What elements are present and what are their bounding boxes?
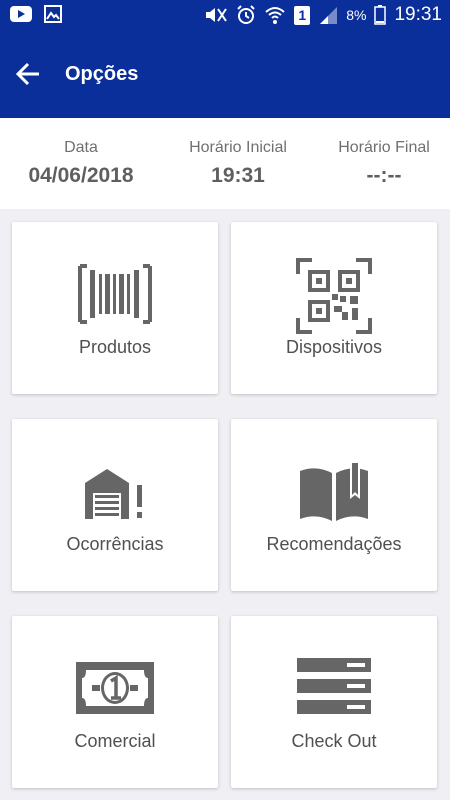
alarm-icon [237,5,255,24]
tile-label: Comercial [74,731,156,751]
tile-label: Check Out [291,731,377,751]
warehouse-alert-icon [85,469,142,519]
open-book-icon [300,463,368,521]
status-bar: 1 8% 19:31 [0,0,450,30]
barcode-icon [78,264,152,324]
tile-dispositivos[interactable]: Dispositivos [231,222,437,394]
date-label: Data [64,139,98,156]
arrow-back-icon [15,62,39,86]
date-value: 04/06/2018 [28,164,134,187]
tile-produtos[interactable]: Produtos [12,222,218,394]
tile-label: Recomendações [266,534,402,554]
tile-check-out[interactable]: Check Out [231,616,437,788]
list-icon [297,658,371,714]
gallery-icon [44,5,62,23]
clock: 19:31 [394,4,442,25]
app-bar: Opções [0,30,450,118]
tile-label: Dispositivos [285,337,383,357]
tile-recomendacoes[interactable]: Recomendações [231,419,437,591]
end-time-value: --:-- [366,164,402,187]
back-button[interactable] [14,60,42,88]
session-info: Data 04/06/2018 Horário Inicial 19:31 Ho… [0,118,450,209]
signal-icon [320,7,338,24]
banknote-icon [76,662,154,714]
tile-label: Ocorrências [66,534,164,554]
page-title: Opções [65,63,139,85]
end-time-label: Horário Final [338,139,430,156]
start-time-value: 19:31 [211,164,265,187]
qr-code-icon [296,258,372,334]
wifi-icon [265,7,285,24]
sim-indicator: 1 [294,5,311,25]
tile-comercial[interactable]: Comercial [12,616,218,788]
start-time-label: Horário Inicial [189,139,287,156]
mute-icon [206,8,228,22]
tile-label: Produtos [78,337,152,357]
tile-ocorrencias[interactable]: Ocorrências [12,419,218,591]
battery-icon [374,5,387,25]
battery-percent: 8% [346,7,367,23]
date-column: Data 04/06/2018 [16,139,146,188]
youtube-icon [10,6,32,22]
end-time-column: Horário Final --:-- [324,139,444,188]
start-time-column: Horário Inicial 19:31 [178,139,298,188]
